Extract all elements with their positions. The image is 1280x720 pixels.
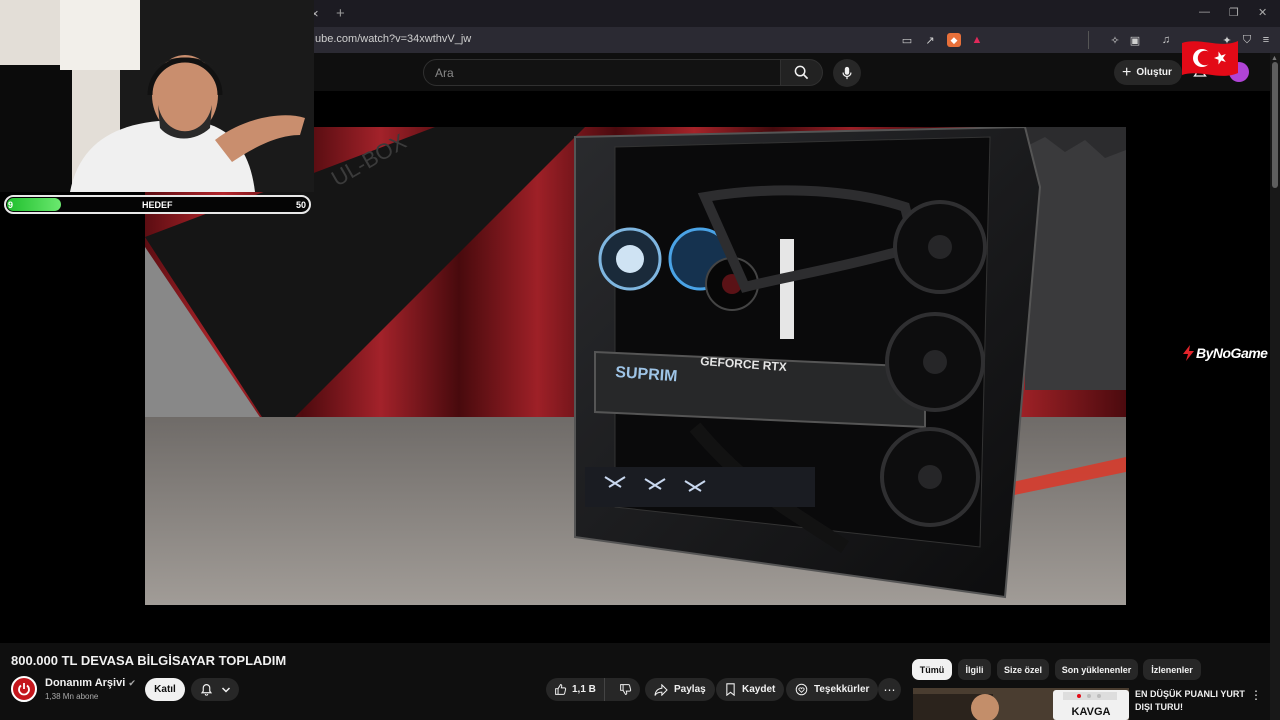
chip-recently-uploaded[interactable]: Son yüklenenler xyxy=(1055,659,1138,680)
subscription-bell-button[interactable] xyxy=(191,678,239,701)
turkish-flag-icon xyxy=(1182,41,1238,76)
search-button[interactable] xyxy=(781,59,823,86)
brave-shield-icon[interactable]: ◆ xyxy=(947,33,961,47)
recommendation-thumbnail[interactable]: KAVGA xyxy=(913,688,1129,720)
scrollbar-thumb[interactable] xyxy=(1272,62,1278,188)
goal-label: HEDEF xyxy=(142,200,173,210)
voice-search-button[interactable] xyxy=(833,59,861,87)
streamer-webcam xyxy=(0,0,314,192)
search-icon xyxy=(794,65,809,80)
music-icon[interactable]: ♫ xyxy=(1159,33,1173,47)
plus-icon: + xyxy=(1122,63,1132,81)
share-icon xyxy=(654,683,668,696)
verified-icon: ✔ xyxy=(128,678,136,688)
new-tab-button[interactable]: + xyxy=(336,5,345,22)
goal-target-value: 50 xyxy=(296,200,307,210)
channel-name[interactable]: Donanım Arşivi ✔ xyxy=(45,677,136,689)
video-title: 800.000 TL DEVASA BİLGİSAYAR TOPLADIM xyxy=(11,653,287,668)
like-count: 1,1 B xyxy=(572,684,596,695)
subscriber-count: 1,38 Mn abone xyxy=(45,692,99,701)
brand-watermark: ByNoGame xyxy=(1196,345,1268,361)
extensions-icon[interactable]: ✧ xyxy=(1108,33,1122,47)
like-dislike-group: 1,1 B xyxy=(546,678,640,701)
goal-current-value: 9 xyxy=(8,200,14,210)
thanks-heart-icon xyxy=(795,683,808,696)
thumbs-down-icon xyxy=(620,684,632,695)
create-label: Oluştur xyxy=(1136,67,1172,78)
save-button[interactable]: Kaydet xyxy=(716,678,785,701)
vpn-shield-icon[interactable]: ⛉ xyxy=(1240,33,1254,47)
save-label: Kaydet xyxy=(742,684,776,695)
power-icon xyxy=(18,683,30,696)
toolbar-divider xyxy=(1088,31,1089,49)
minimize-icon[interactable]: — xyxy=(1199,6,1210,18)
chip-for-you[interactable]: Size özel xyxy=(997,659,1049,680)
bookmark-icon xyxy=(726,683,735,696)
thumbs-up-icon xyxy=(555,684,567,695)
recommendation-title[interactable]: EN DÜŞÜK PUANLI YURT DIŞI TURU! xyxy=(1135,688,1250,714)
scroll-up-icon[interactable]: ▲ xyxy=(1271,55,1278,62)
menu-icon[interactable]: ≡ xyxy=(1259,33,1273,47)
create-button[interactable]: + Oluştur xyxy=(1114,60,1182,85)
url-text[interactable]: ube.com/watch?v=34xwthvV_jw xyxy=(315,33,471,45)
thanks-button[interactable]: Teşekkürler xyxy=(786,678,879,701)
like-button[interactable]: 1,1 B xyxy=(546,678,605,701)
sidebar-icon[interactable]: ▣ xyxy=(1128,33,1142,47)
share-page-icon[interactable]: ↗ xyxy=(923,33,937,47)
cast-icon[interactable]: ▭ xyxy=(900,33,914,47)
maximize-icon[interactable]: ❐ xyxy=(1229,6,1239,19)
thanks-label: Teşekkürler xyxy=(814,684,870,695)
join-button[interactable]: Katıl xyxy=(145,678,185,701)
share-label: Paylaş xyxy=(674,684,706,695)
recommendation-menu-icon[interactable]: ⋮ xyxy=(1250,688,1262,702)
chevron-down-icon xyxy=(221,686,230,693)
bell-icon xyxy=(200,684,212,696)
share-button[interactable]: Paylaş xyxy=(645,678,715,701)
goal-progress-fill xyxy=(7,198,61,211)
rewards-icon[interactable]: ▲ xyxy=(970,33,984,47)
more-actions-button[interactable]: ⋯ xyxy=(878,678,901,701)
microphone-icon xyxy=(842,66,852,80)
dislike-button[interactable] xyxy=(611,678,632,701)
search-input[interactable]: Ara xyxy=(423,59,781,86)
channel-avatar[interactable] xyxy=(11,676,37,702)
chip-all[interactable]: Tümü xyxy=(912,659,952,680)
chip-related[interactable]: İlgili xyxy=(958,659,991,680)
chip-watched[interactable]: İzlenenler xyxy=(1143,659,1201,680)
bynogame-logo-icon xyxy=(1183,345,1194,361)
thumbnail-text: KAVGA xyxy=(1072,706,1111,718)
window-close-icon[interactable]: ✕ xyxy=(1258,6,1267,19)
